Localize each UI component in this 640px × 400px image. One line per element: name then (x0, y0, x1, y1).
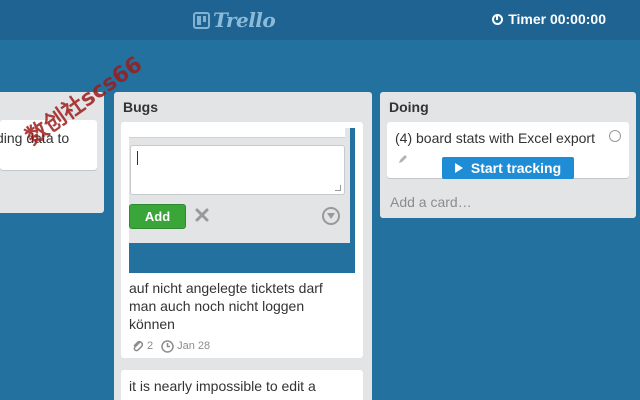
start-tracking-label: Start tracking (470, 160, 562, 176)
list-card[interactable]: it is nearly impossible to edit a (121, 370, 363, 400)
new-card-textarea[interactable] (130, 145, 345, 195)
due-date: Jan 28 (177, 340, 211, 352)
close-icon[interactable] (194, 207, 210, 223)
clock-icon (161, 339, 174, 353)
logo-text: Trello (213, 8, 276, 32)
resize-handle-icon[interactable] (335, 185, 341, 191)
list-title: Bugs (123, 99, 158, 115)
play-icon (454, 163, 463, 173)
card-text: it is nearly impossible to edit a (129, 378, 316, 394)
list-title: Doing (389, 99, 429, 115)
clock-icon (492, 13, 504, 25)
add-card-link[interactable]: Add a card… (390, 194, 472, 210)
attachment-count: 2 (147, 340, 154, 352)
trello-board-icon (193, 11, 210, 29)
timer-display[interactable]: Timer 00:00:00 (492, 11, 606, 27)
card-meta: 2 Jan 28 (131, 339, 210, 353)
text-caret (137, 151, 138, 165)
pencil-icon[interactable] (397, 153, 409, 165)
card-menu-chevron-icon[interactable] (609, 130, 621, 142)
trello-logo[interactable]: Trello (193, 8, 276, 32)
start-tracking-button[interactable]: Start tracking (442, 157, 574, 179)
chevron-down-icon[interactable] (322, 207, 340, 225)
card-text[interactable]: auf nicht angelegte ticktets darf man au… (129, 279, 339, 333)
composer-top-edge (129, 128, 345, 138)
top-header: Trello Timer 00:00:00 (0, 0, 640, 40)
add-card-button[interactable]: Add (129, 204, 186, 229)
timer-label: Timer 00:00:00 (508, 11, 606, 27)
paperclip-icon (133, 340, 144, 352)
card-text: (4) board stats with Excel export (395, 130, 595, 146)
